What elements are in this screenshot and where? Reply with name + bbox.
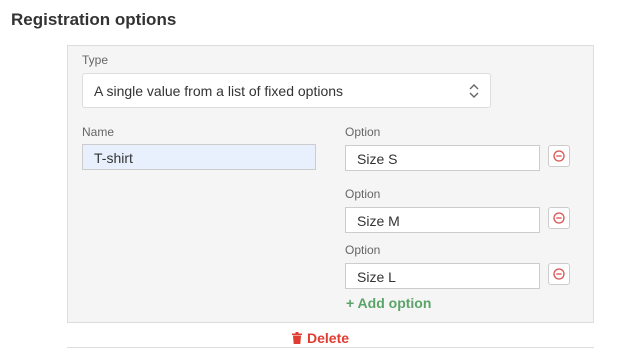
- divider: [67, 347, 594, 348]
- option-value: Size S: [357, 151, 398, 167]
- delete-label: Delete: [307, 330, 350, 346]
- option-input-3[interactable]: Size L: [345, 263, 540, 289]
- remove-option-2-button[interactable]: [548, 207, 570, 229]
- option-label: Option: [345, 125, 381, 139]
- type-label: Type: [82, 53, 109, 67]
- option-value: Size L: [357, 269, 396, 285]
- section-title: Registration options: [11, 10, 177, 29]
- name-label: Name: [82, 125, 115, 139]
- trash-icon: [292, 331, 302, 347]
- name-input[interactable]: T-shirt: [82, 144, 316, 170]
- type-select-value: A single value from a list of fixed opti…: [94, 83, 344, 99]
- type-select[interactable]: A single value from a list of fixed opti…: [82, 73, 491, 108]
- chevron-up-down-icon: [468, 81, 480, 101]
- add-option-button[interactable]: + Add option: [346, 295, 431, 311]
- name-input-value: T-shirt: [94, 150, 133, 166]
- remove-option-3-button[interactable]: [548, 263, 570, 285]
- option-label: Option: [345, 243, 381, 257]
- option-input-2[interactable]: Size M: [345, 207, 540, 233]
- registration-options-page: Registration options Type A single value…: [0, 0, 640, 349]
- option-value: Size M: [357, 213, 400, 229]
- remove-option-1-button[interactable]: [548, 145, 570, 167]
- option-input-1[interactable]: Size S: [345, 145, 540, 171]
- delete-button[interactable]: Delete: [292, 330, 349, 347]
- option-panel: Type A single value from a list of fixed…: [67, 45, 594, 323]
- option-label: Option: [345, 187, 381, 201]
